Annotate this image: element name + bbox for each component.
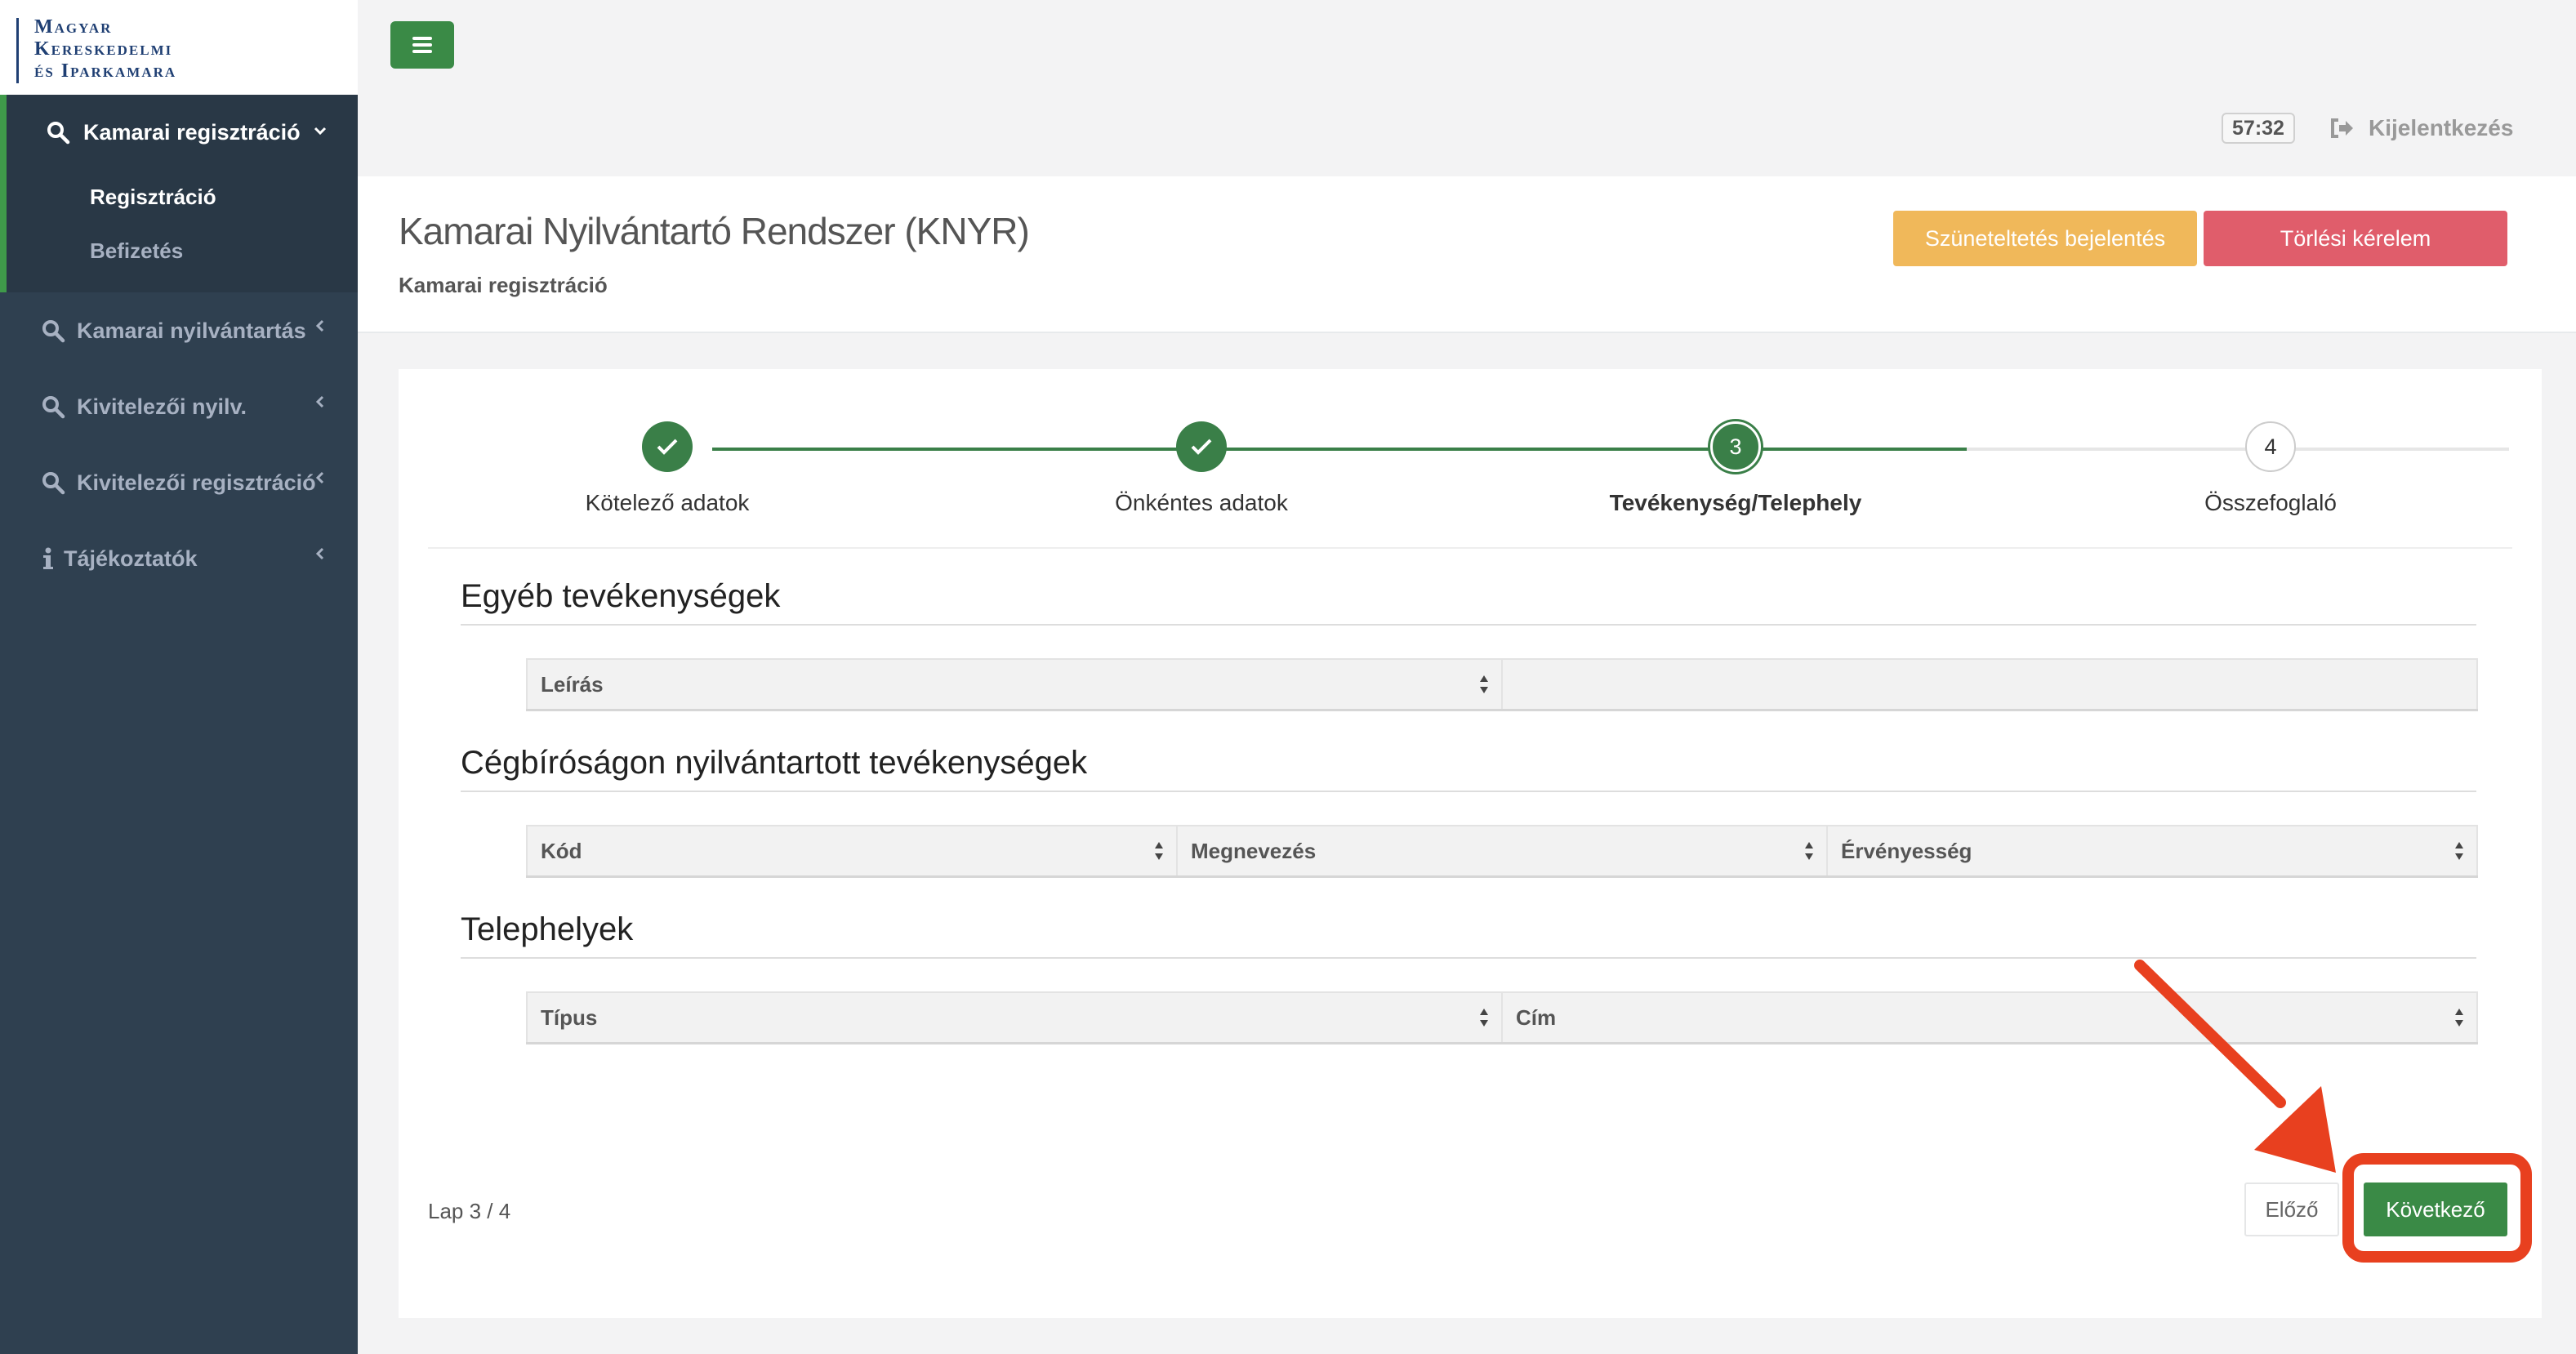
deletion-request-button[interactable]: Törlési kérelem: [2204, 211, 2507, 266]
chevron-left-icon: [315, 395, 324, 408]
logout-label: Kijelentkezés: [2369, 115, 2514, 140]
sidebar-item-label: Kamarai regisztráció: [83, 119, 301, 145]
hamburger-icon: [412, 37, 432, 40]
logo-text: Magyar Kereskedelmi és Iparkamara: [34, 16, 176, 82]
sidebar-item-kivitelezoi-nyilv[interactable]: Kivitelezői nyilv.: [0, 382, 358, 431]
column-label: Megnevezés: [1191, 838, 1317, 863]
sort-icon: [1805, 842, 1813, 860]
registered-activities-table: Kód Megnevezés Érvényesség: [526, 825, 2478, 878]
step-3-label[interactable]: Tevékenység/Telephely: [1610, 490, 1862, 516]
step-progress-done-overlay: [712, 448, 1967, 451]
section-title-registered-activities: Cégbíróságon nyilvántartott tevékenysége…: [461, 745, 1088, 781]
session-timer: 57:32: [2222, 113, 2295, 144]
hamburger-icon-line: [412, 50, 432, 53]
info-icon: [43, 547, 53, 569]
section-title-other-activities: Egyéb tevékenységek: [461, 578, 781, 614]
check-icon: [1191, 439, 1212, 455]
section-rule: [461, 624, 2476, 626]
sidebar-item-kamarai-nyilvantartas[interactable]: Kamarai nyilvántartás: [0, 306, 358, 355]
sidebar-item-label: Kivitelezői nyilv.: [77, 394, 247, 419]
column-header-name[interactable]: Megnevezés: [1176, 825, 1828, 878]
column-header-empty: [1501, 658, 2478, 711]
step-1-indicator[interactable]: [642, 421, 693, 472]
section-rule: [461, 791, 2476, 792]
column-header-code[interactable]: Kód: [526, 825, 1178, 878]
check-icon: [657, 439, 678, 455]
divider: [428, 547, 2512, 549]
column-label: Cím: [1516, 1004, 1557, 1030]
sidebar-subitem-befizetes[interactable]: Befizetés: [90, 238, 183, 264]
previous-button[interactable]: Előző: [2244, 1183, 2339, 1236]
step-progress-remaining: [1967, 448, 2509, 451]
logo-line-2: Kereskedelmi: [34, 38, 173, 60]
section-rule: [461, 957, 2476, 959]
page-title: Kamarai Nyilvántartó Rendszer (KNYR): [399, 210, 1030, 252]
sign-out-icon: [2331, 118, 2353, 138]
logo[interactable]: Magyar Kereskedelmi és Iparkamara: [0, 0, 358, 95]
page-header: Kamarai Nyilvántartó Rendszer (KNYR) Kam…: [358, 176, 2576, 333]
sort-icon: [2455, 842, 2463, 860]
column-header-validity[interactable]: Érvényesség: [1826, 825, 2478, 878]
sites-table: Típus Cím: [526, 991, 2478, 1044]
logo-line-1: Magyar: [34, 16, 113, 38]
step-2-label[interactable]: Önkéntes adatok: [1115, 490, 1288, 516]
logout-link[interactable]: Kijelentkezés: [2329, 113, 2513, 144]
sidebar-item-label: Kamarai nyilvántartás: [77, 318, 306, 343]
breadcrumb[interactable]: Kamarai regisztráció: [399, 273, 608, 298]
step-3-indicator[interactable]: 3: [1710, 421, 1761, 472]
other-activities-table: Leírás: [526, 658, 2478, 711]
column-label: Kód: [541, 838, 582, 863]
sidebar-item-tajekoztatok[interactable]: Tájékoztatók: [0, 534, 358, 583]
sidebar: Magyar Kereskedelmi és Iparkamara Kamara…: [0, 0, 358, 1354]
annotation-highlight-box: [2342, 1153, 2532, 1263]
logo-bar: [16, 18, 19, 83]
sidebar-item-kamarai-regisztracio[interactable]: Kamarai regisztráció: [0, 108, 358, 157]
column-label: Típus: [541, 1004, 598, 1030]
sort-icon: [1480, 1009, 1488, 1027]
menu-toggle-button[interactable]: [390, 21, 454, 69]
chevron-down-icon: [314, 127, 327, 136]
step-4-label[interactable]: Összefoglaló: [2204, 490, 2337, 516]
chevron-left-icon: [315, 547, 324, 560]
sidebar-item-label: Tájékoztatók: [64, 546, 198, 571]
sidebar-subitem-regisztracio[interactable]: Regisztráció: [90, 185, 216, 210]
logo-line-3: és Iparkamara: [34, 60, 177, 82]
chevron-left-icon: [315, 319, 324, 332]
step-1-label[interactable]: Kötelező adatok: [586, 490, 750, 516]
sort-icon: [2455, 1009, 2463, 1027]
search-icon: [42, 472, 65, 495]
column-header-description[interactable]: Leírás: [526, 658, 1503, 711]
column-header-address[interactable]: Cím: [1501, 991, 2478, 1044]
wizard-card: Kötelező adatok Önkéntes adatok 3 Tevéke…: [399, 369, 2542, 1318]
section-title-sites: Telephelyek: [461, 911, 634, 947]
page-indicator: Lap 3 / 4: [428, 1199, 511, 1223]
search-icon: [42, 320, 65, 343]
suspension-notice-button[interactable]: Szüneteltetés bejelentés: [1893, 211, 2197, 266]
column-label: Leírás: [541, 671, 604, 697]
column-header-type[interactable]: Típus: [526, 991, 1503, 1044]
hamburger-icon-line: [412, 43, 432, 47]
step-4-indicator[interactable]: 4: [2245, 421, 2296, 472]
search-icon: [47, 122, 70, 145]
chevron-left-icon: [315, 471, 324, 484]
sort-icon: [1155, 842, 1163, 860]
sidebar-item-label: Kivitelezői regisztráció: [77, 470, 316, 495]
sort-icon: [1480, 675, 1488, 693]
column-label: Érvényesség: [1841, 838, 1972, 863]
search-icon: [42, 396, 65, 419]
sidebar-item-kivitelezoi-regisztracio[interactable]: Kivitelezői regisztráció: [0, 458, 358, 507]
step-2-indicator[interactable]: [1176, 421, 1227, 472]
